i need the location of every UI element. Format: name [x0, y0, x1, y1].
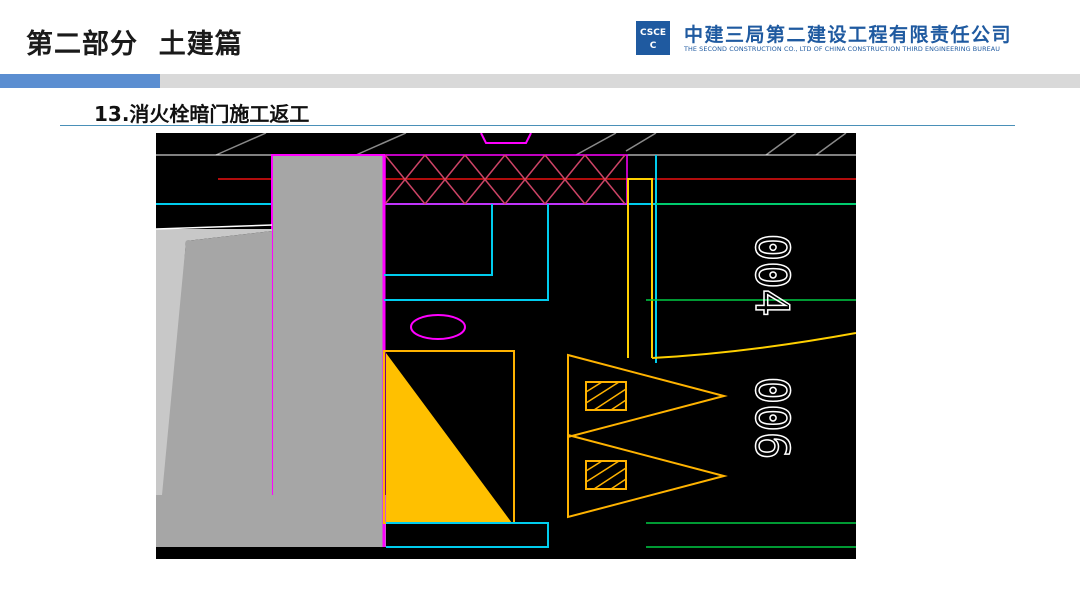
heading-divider: [60, 125, 1015, 126]
company-name-en: THE SECOND CONSTRUCTION CO., LTD OF CHIN…: [684, 45, 1000, 53]
company-name: 中建三局第二建设工程有限责任公司: [684, 24, 1013, 46]
header-gray-band: [160, 74, 1080, 88]
section-title: 第二部分 土建篇: [26, 29, 243, 60]
cad-drawing-svg: 004 006: [156, 133, 856, 559]
slide-heading: 13.消火栓暗门施工返工: [94, 102, 310, 126]
svg-text:C: C: [650, 41, 657, 51]
dimension-label-bottom: 006: [745, 376, 799, 459]
concrete-floor-slab: [156, 495, 386, 547]
dimension-label-top: 004: [745, 233, 799, 316]
header-accent-band: [0, 74, 160, 88]
cad-drawing: 004 006: [156, 133, 856, 559]
concrete-column: [271, 154, 385, 526]
company-logo: CSCE C: [636, 21, 670, 55]
svg-text:CSCE: CSCE: [640, 28, 666, 38]
